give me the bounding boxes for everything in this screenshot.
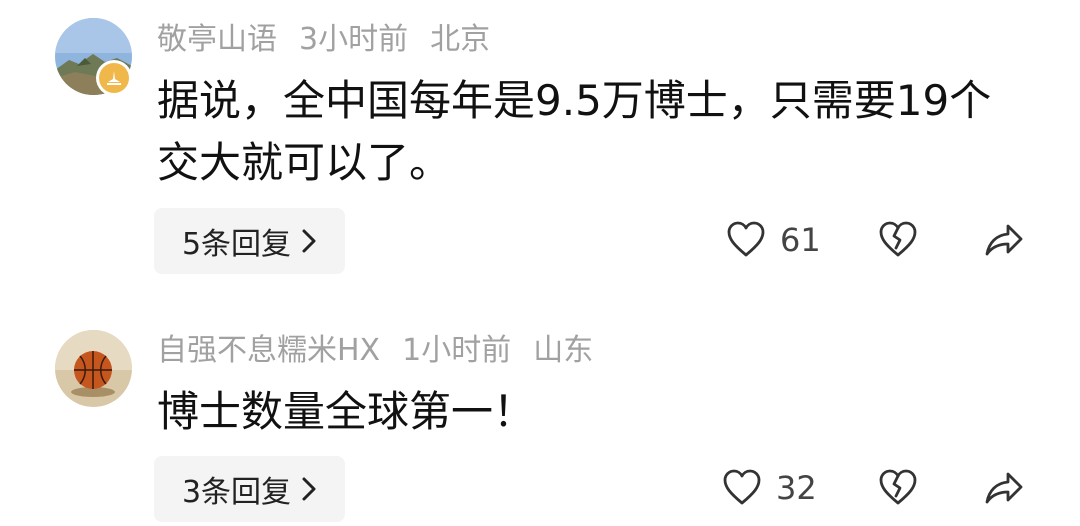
comment-text: 博士数量全球第一！: [157, 387, 536, 436]
view-replies-button[interactable]: 3条回复: [154, 456, 345, 522]
share-icon: [985, 472, 1023, 504]
avatar[interactable]: [55, 330, 132, 407]
username[interactable]: 自强不息糯米HX: [157, 333, 380, 368]
like-button[interactable]: 32: [722, 468, 817, 508]
reply-count-label: 3条回复: [181, 475, 292, 510]
comment-meta: 自强不息糯米HX 1小时前 山东: [157, 331, 615, 371]
broken-heart-icon: [879, 469, 917, 505]
dislike-button[interactable]: [878, 468, 918, 508]
chevron-right-icon: [302, 477, 316, 501]
comment-item: 自强不息糯米HX 1小时前 山东 博士数量全球第一！ 3条回复 32: [0, 0, 1080, 526]
share-button[interactable]: [984, 470, 1024, 506]
comment-location: 山东: [533, 333, 594, 368]
heart-icon: [723, 469, 761, 505]
like-count: 32: [776, 469, 817, 507]
comment-time: 1小时前: [402, 333, 512, 368]
